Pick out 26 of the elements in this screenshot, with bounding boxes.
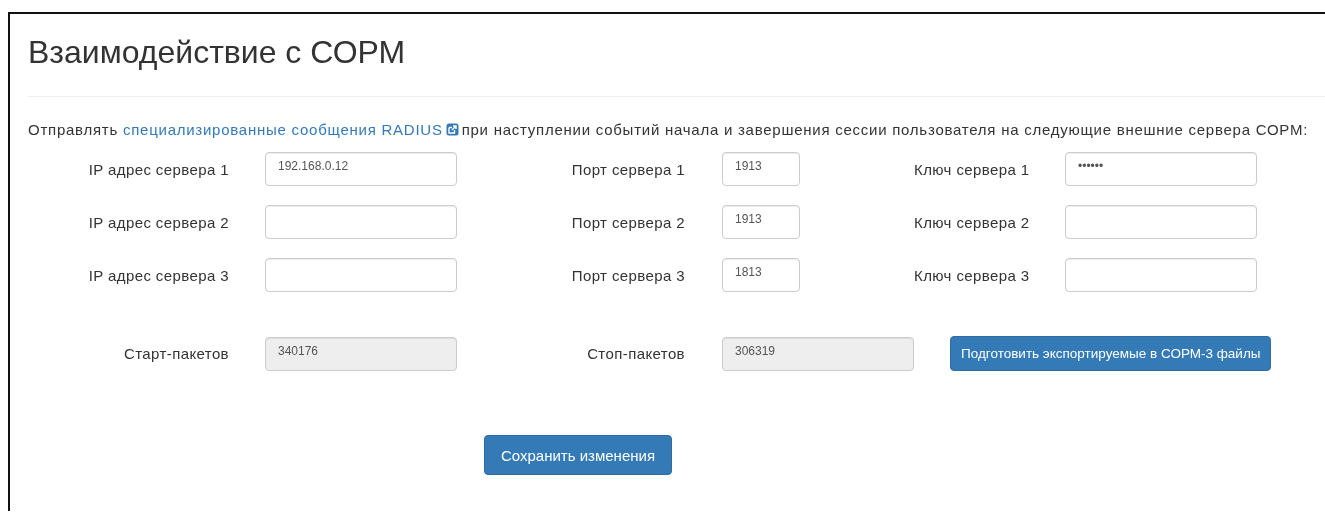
port-label: Порт сервера 1 xyxy=(570,160,685,178)
ip-address-field[interactable]: 192.168.0.12 xyxy=(265,152,457,186)
external-link-icon xyxy=(445,123,459,136)
intro-text: Отправлять специализированные сообщения RADIUS при наступлении событий начала и завершения сессии пользователя на следующие внешние сервера СОРМ: xyxy=(28,121,1310,138)
radius-messages-link[interactable]: специализированные сообщения RADIUS xyxy=(122,121,443,138)
ip-address-label: IP адрес сервера 1 xyxy=(87,160,229,178)
key-label: Ключ сервера 3 xyxy=(914,266,1028,284)
ip-address-field[interactable] xyxy=(265,258,457,292)
key-label: Ключ сервера 1 xyxy=(914,160,1028,178)
port-label: Порт сервера 2 xyxy=(570,213,685,231)
key-field[interactable]: •••••• xyxy=(1065,152,1257,186)
save-button[interactable]: Сохранить изменения xyxy=(484,435,673,475)
ip-address-label: IP адрес сервера 2 xyxy=(87,213,229,231)
page-title: Взаимодействие с СОРМ xyxy=(28,33,407,72)
port-field[interactable]: 1813 xyxy=(722,258,800,292)
key-field[interactable] xyxy=(1065,258,1257,292)
export-files-button[interactable]: Подготовить экспортируемые в СОРМ-3 файлы xyxy=(950,336,1272,371)
stop-packets-label: Стоп-пакетов xyxy=(586,345,685,362)
port-field[interactable]: 1913 xyxy=(722,152,800,186)
start-packets-label: Старт-пакетов xyxy=(123,345,229,362)
ip-address-label: IP адрес сервера 3 xyxy=(87,266,229,284)
ip-address-field[interactable] xyxy=(265,205,457,239)
port-field[interactable]: 1913 xyxy=(722,205,800,239)
key-label: Ключ сервера 2 xyxy=(914,213,1028,231)
port-label: Порт сервера 3 xyxy=(570,266,685,284)
key-field[interactable] xyxy=(1065,205,1257,239)
